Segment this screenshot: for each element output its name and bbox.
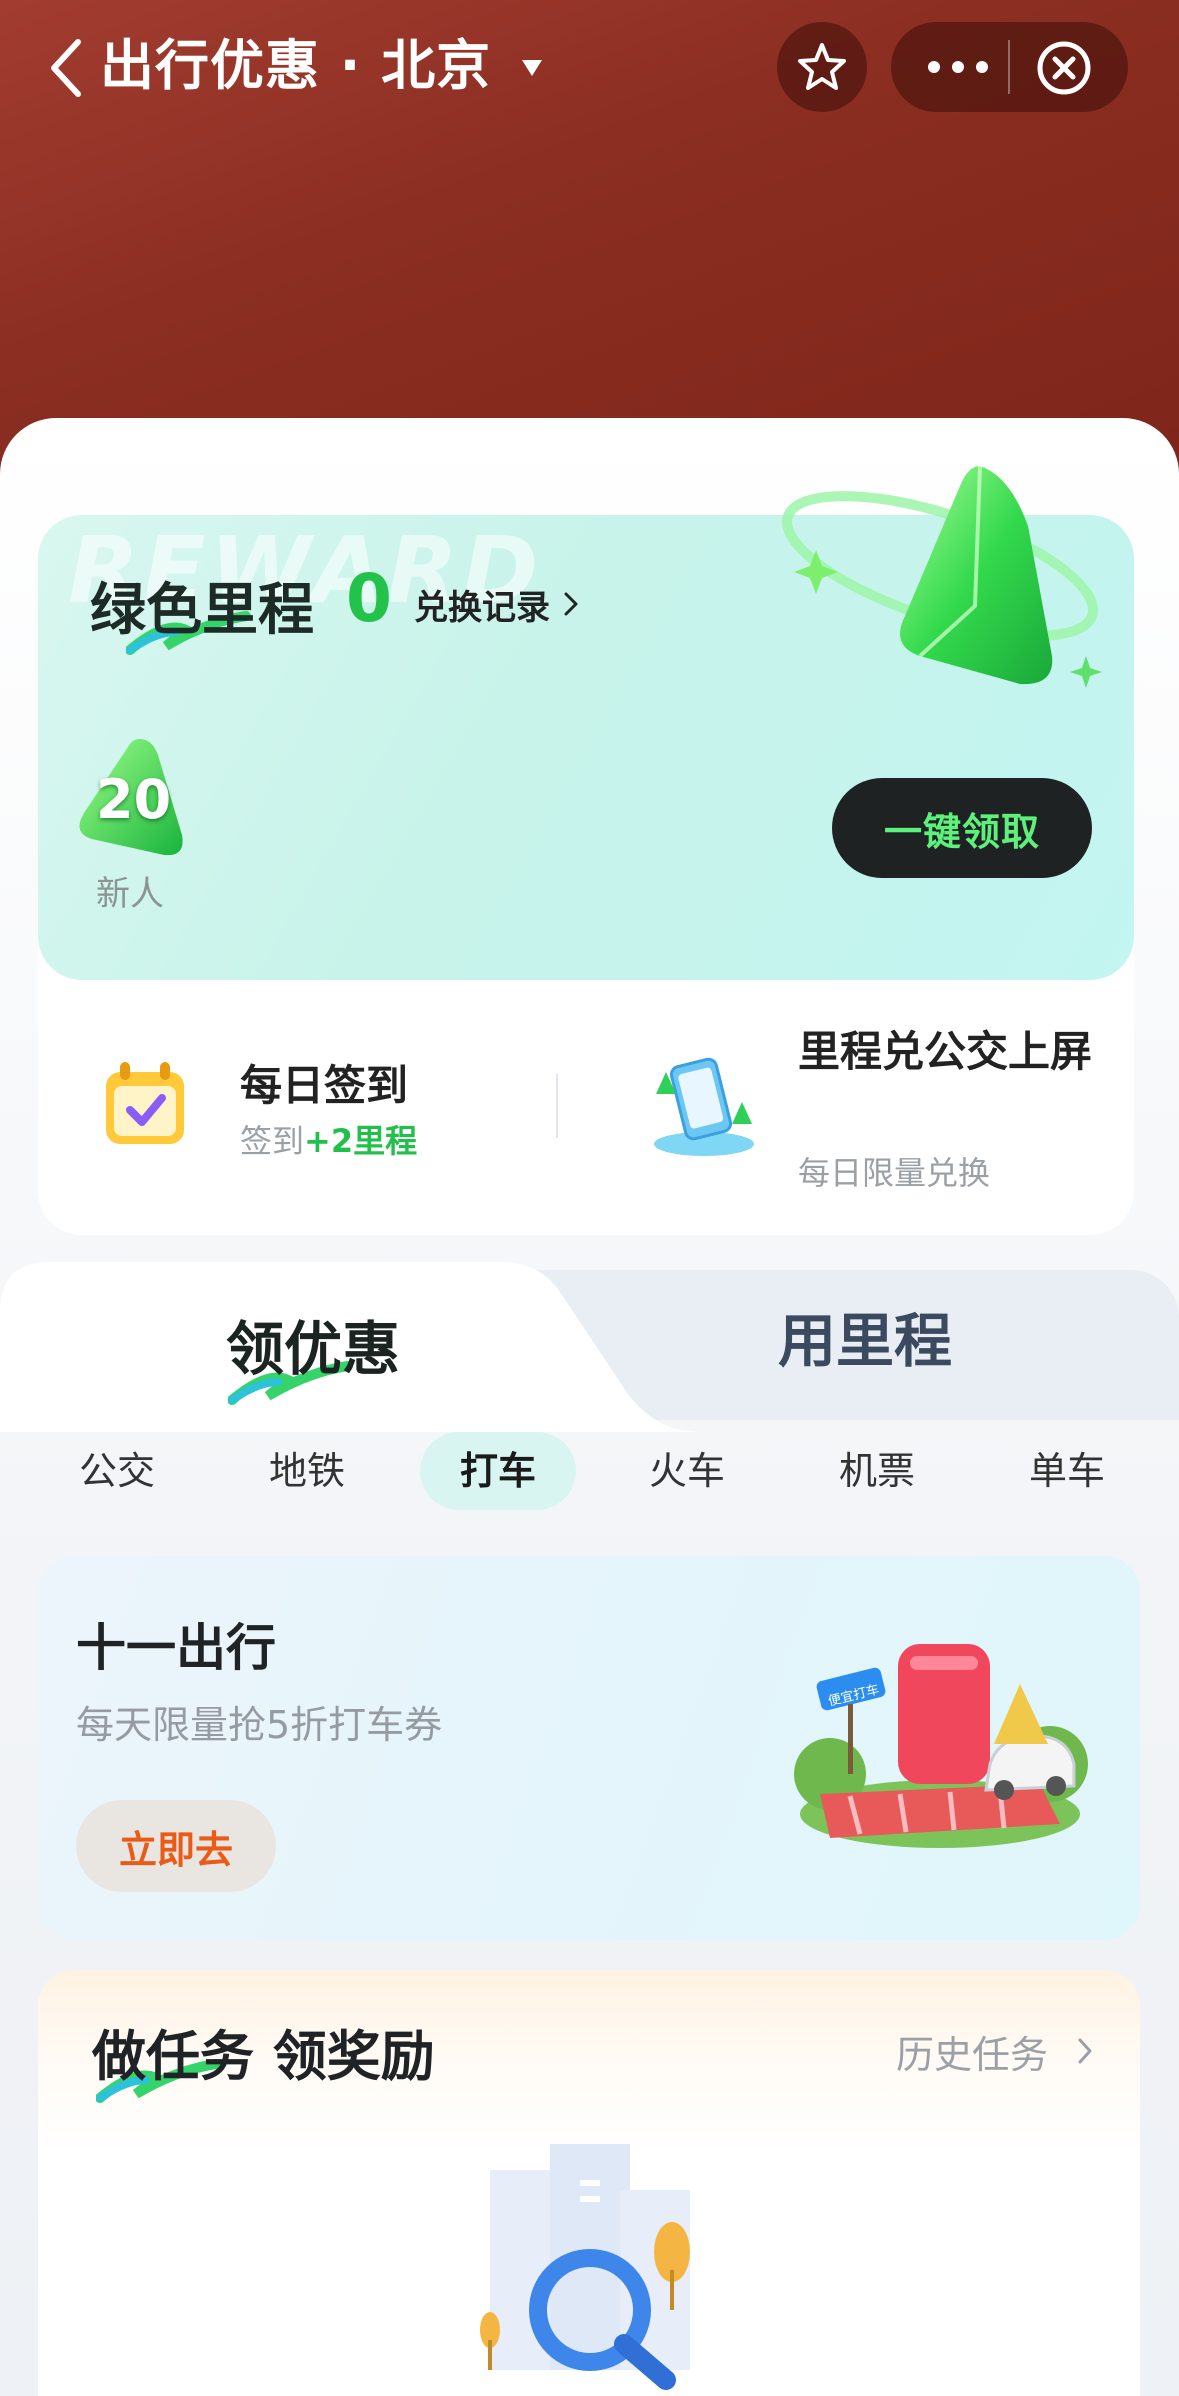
claim-all-button[interactable]: 一键领取: [832, 778, 1092, 878]
green-gem-illustration: [781, 465, 1102, 688]
more-dots-icon[interactable]: [925, 47, 991, 87]
bus-screen-exchange-subtitle: 每日限量兑换: [798, 1154, 991, 1192]
mileage-title: 绿色里程: [90, 578, 314, 643]
bus-screen-exchange-title[interactable]: 里程兑公交上屏: [798, 1022, 1098, 1082]
category-subway[interactable]: 地铁: [230, 1432, 384, 1510]
chevron-right-icon[interactable]: [1076, 2036, 1094, 2066]
category-train[interactable]: 火车: [610, 1432, 764, 1510]
category-taxi[interactable]: 打车: [420, 1432, 576, 1510]
tab-get-offers[interactable]: 领优惠: [226, 1302, 400, 1386]
category-flight[interactable]: 机票: [800, 1432, 954, 1510]
caret-down-icon[interactable]: [520, 58, 544, 78]
quick-action-divider: [556, 1074, 558, 1138]
chevron-right-icon[interactable]: [562, 590, 580, 618]
newcomer-badge-value: 20: [96, 768, 172, 831]
empty-search-illustration: [480, 2144, 690, 2390]
page-title[interactable]: 出行优惠 · 北京: [100, 30, 491, 102]
tab-use-mileage[interactable]: 用里程: [778, 1294, 952, 1378]
task-history-link[interactable]: 历史任务: [896, 2024, 1048, 2079]
category-tabs: 公交 地铁 打车 火车 机票 单车: [0, 1432, 1179, 1522]
exchange-history-link[interactable]: 兑换记录: [414, 580, 550, 629]
newcomer-badge-label: 新人: [96, 874, 164, 914]
daily-checkin-subtitle: 签到+2里程: [240, 1122, 418, 1160]
tasks-title: 做任务 领奖励: [92, 2025, 435, 2088]
chevron-left-icon[interactable]: [44, 36, 88, 100]
main-tabs: 领优惠 用里程: [0, 1262, 1179, 1432]
taxi-picnic-illustration: 便宜打车: [794, 1644, 1088, 1848]
star-icon: [798, 43, 846, 90]
calendar-check-icon[interactable]: [102, 1060, 188, 1150]
go-now-button[interactable]: 立即去: [76, 1800, 276, 1892]
promo-subtitle: 每天限量抢5折打车券: [76, 1703, 443, 1747]
close-circle-icon[interactable]: [1036, 40, 1092, 96]
navbar: 出行优惠 · 北京: [0, 0, 1179, 140]
category-bus[interactable]: 公交: [40, 1432, 194, 1510]
mileage-count: 0: [346, 560, 392, 637]
capsule-divider: [1008, 40, 1010, 94]
promo-title: 十一出行: [76, 1619, 276, 1677]
favorite-button[interactable]: [777, 22, 867, 112]
daily-checkin-title[interactable]: 每日签到: [240, 1052, 408, 1113]
phone-screen-icon[interactable]: [648, 1054, 756, 1158]
mini-program-capsule: [891, 22, 1128, 112]
category-bike[interactable]: 单车: [990, 1432, 1144, 1510]
